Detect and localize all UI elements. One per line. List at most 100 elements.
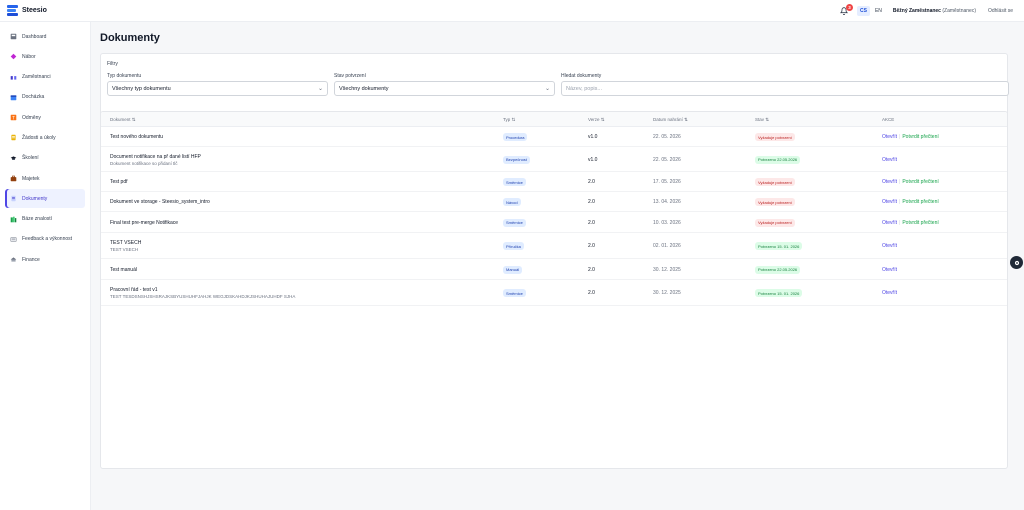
document-description: Dokument notifikace so přidaní tlč [110, 160, 178, 166]
documents-table: Dokument ⇅ Typ ⇅ Verze ⇅ Datum nahrání ⇅… [100, 111, 1008, 469]
sidebar-item-label: Báze znalostí [22, 216, 53, 223]
recruitment-icon [10, 53, 17, 60]
open-document-link[interactable]: Otevřít [882, 290, 897, 296]
status-filter-select[interactable]: Všechny dokumenty ⌄ [334, 81, 555, 96]
sidebar-item-knowledge-base[interactable]: Báze znalostí [5, 210, 85, 229]
version-cell: v1.0 [588, 134, 598, 140]
finance-icon [10, 256, 17, 263]
brand[interactable]: Steesio [0, 5, 47, 16]
type-badge: Bezpečnost [503, 155, 530, 164]
column-header-status[interactable]: Stav ⇅ [755, 117, 769, 123]
floating-action-button[interactable] [1010, 256, 1023, 269]
table-row[interactable]: TEST VSECH TEST VSECH Příručka 2.0 02. 01. 2… [101, 233, 1007, 259]
column-header-version[interactable]: Verze ⇅ [588, 117, 605, 123]
sidebar-item-employees[interactable]: Zaměstnanci [5, 68, 85, 87]
chat-icon [1014, 260, 1019, 265]
open-document-link[interactable]: Otevřít [882, 199, 897, 205]
table-row[interactable]: Test pdf Směrnice 2.0 17. 05. 2026 Vyžaduje … [101, 172, 1007, 192]
search-field[interactable] [561, 81, 1009, 96]
confirm-read-link[interactable]: Potvrdit přečtení [902, 199, 938, 205]
logout-button[interactable]: Odhlásit se [988, 8, 1013, 14]
language-cs-button[interactable]: CS [856, 6, 870, 16]
status-filter-label: Stav potvrzení [334, 73, 366, 79]
date-cell: 30. 12. 2025 [653, 266, 681, 273]
date-cell: 22. 05. 2026 [653, 134, 681, 140]
column-header-date[interactable]: Datum nahrání ⇅ [653, 117, 688, 123]
type-badge: Směrnice [503, 178, 526, 186]
svg-text:T: T [11, 115, 15, 120]
type-badge: Manuál [503, 265, 523, 274]
table-row[interactable]: Dokument ve storage - Steesio_system_int… [101, 192, 1007, 212]
brand-name: Steesio [22, 7, 47, 14]
open-document-link[interactable]: Otevřít [882, 179, 897, 185]
table-row[interactable]: Pracovní řád - test v1 TEST TESDSNSHJSHSR… [101, 280, 1007, 306]
confirm-read-link[interactable]: Potvrdit přečtení [902, 220, 938, 226]
confirm-read-link[interactable]: Potvrdit přečtení [902, 134, 938, 140]
attendance-icon [10, 94, 17, 101]
search-input[interactable] [566, 85, 1004, 92]
notifications-button[interactable]: 3 [840, 3, 853, 16]
sidebar-item-attendance[interactable]: Docházka [5, 88, 85, 107]
sidebar-item-rewards[interactable]: T Odměny [5, 108, 85, 127]
column-header-document[interactable]: Dokument ⇅ [110, 117, 136, 123]
open-document-link[interactable]: Otevřít [882, 157, 897, 163]
document-cell: Final test pre-merge Notifikace [110, 220, 178, 226]
table-row[interactable]: Final test pre-merge Notifikace Směrnice 2… [101, 212, 1007, 233]
open-document-link[interactable]: Otevřít [882, 220, 897, 226]
knowledge-base-icon [10, 216, 17, 223]
search-filter-group: Hledat dokumenty [561, 73, 1009, 96]
status-cell: Potvrzeno 22.05.2026 [755, 265, 801, 274]
date-cell: 17. 05. 2026 [653, 179, 681, 185]
status-badge: Potvrzeno 22.05.2026 [755, 265, 801, 274]
version-cell: v1.0 [588, 156, 598, 163]
sidebar-item-feedback[interactable]: Feedback a výkonnost [5, 230, 85, 249]
sidebar-item-training[interactable]: Školení [5, 149, 85, 168]
status-filter-group: Stav potvrzení Všechny dokumenty ⌄ [334, 73, 555, 96]
actions-cell: Otevřít [882, 243, 897, 249]
action-separator: | [899, 134, 901, 140]
action-separator: | [899, 219, 901, 226]
sidebar-item-requests[interactable]: Žádosti a úkoly [5, 128, 85, 147]
type-filter-select[interactable]: Všechny typ dokumentu ⌄ [107, 81, 328, 96]
actions-cell: Otevřít | Potvrdit přečtení [882, 199, 939, 205]
notification-count-badge: 3 [845, 3, 853, 11]
date-cell: 13. 04. 2026 [653, 199, 681, 205]
actions-cell: Otevřít [882, 267, 897, 273]
sidebar-item-documents[interactable]: Dokumenty [5, 189, 85, 209]
type-filter-value: Všechny typ dokumentu [112, 85, 171, 92]
table-row[interactable]: Test nového dokumentu Procedura v1.0 22. 05… [101, 127, 1007, 147]
user-info[interactable]: Běžný Zaměstnanec (Zaměstnanec) [893, 8, 976, 14]
type-cell: Směrnice [503, 218, 526, 227]
sidebar-item-finance[interactable]: Finance [5, 250, 85, 269]
open-document-link[interactable]: Otevřít [882, 267, 897, 273]
table-row[interactable]: Document notifikace na př dané listí HFP… [101, 147, 1007, 172]
open-document-link[interactable]: Otevřít [882, 134, 897, 140]
sidebar-item-label: Školení [22, 155, 39, 162]
status-badge: Potvrzeno 15. 01. 2026 [755, 289, 803, 297]
column-header-type[interactable]: Typ ⇅ [503, 117, 515, 123]
status-badge: Potvrzeno 22.05.2026 [755, 155, 801, 164]
language-en-button[interactable]: EN [872, 6, 885, 16]
sidebar-item-label: Dashboard [22, 33, 47, 40]
actions-cell: Otevřít | Potvrdit přečtení [882, 179, 939, 185]
open-document-link[interactable]: Otevřít [882, 243, 897, 249]
type-cell: Manuál [503, 265, 523, 274]
document-description: TEST TESDSNSHJSHSRAJKSBYUSHUHFJAHJK WEGJ… [110, 294, 296, 299]
actions-cell: Otevřít | Potvrdit přečtení [882, 220, 939, 226]
sidebar-item-dashboard[interactable]: Dashboard [5, 27, 85, 46]
sidebar-item-label: Finance [22, 256, 40, 263]
top-bar: Steesio 3 CS EN Běžný Zaměstnanec (Zaměs… [0, 0, 1024, 22]
column-header-actions: AKCE [882, 117, 895, 122]
document-name: TEST VSECH [110, 240, 142, 246]
page-title: Dokumenty [100, 32, 160, 44]
date-cell: 02. 01. 2026 [653, 243, 681, 249]
type-cell: Návod [503, 198, 521, 206]
confirm-read-link[interactable]: Potvrdit přečtení [902, 179, 938, 185]
sidebar-item-recruitment[interactable]: Nábor [5, 47, 85, 66]
sidebar-item-assets[interactable]: Majetek [5, 169, 85, 188]
document-name: Test pdf [110, 179, 128, 185]
requests-icon [10, 134, 17, 141]
chevron-down-icon: ⌄ [317, 86, 323, 92]
table-row[interactable]: Test manuál Manuál 2.0 30. 12. 2025 Potvrzen… [101, 259, 1007, 280]
type-cell: Směrnice [503, 289, 526, 297]
